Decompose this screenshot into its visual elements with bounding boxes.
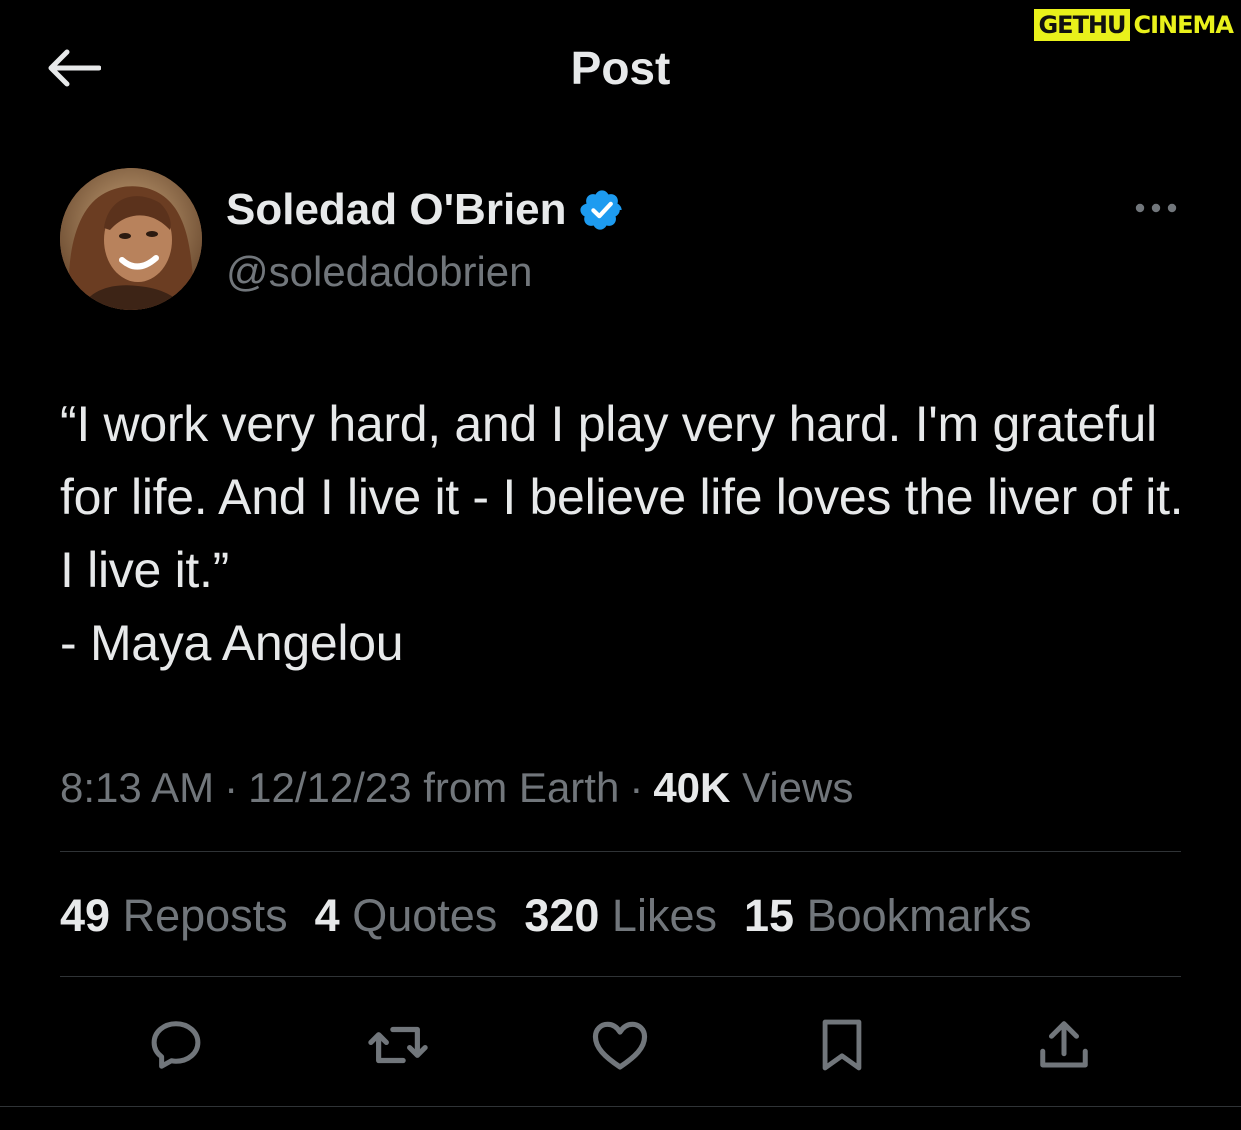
like-button[interactable] xyxy=(580,1005,660,1085)
bookmark-icon xyxy=(822,1019,862,1071)
repost-button[interactable] xyxy=(358,1005,438,1085)
bookmark-button[interactable] xyxy=(802,1005,882,1085)
stat-likes[interactable]: 320 Likes xyxy=(524,888,717,944)
meta-separator: · xyxy=(224,764,239,811)
divider xyxy=(60,851,1181,852)
stat-bookmarks[interactable]: 15 Bookmarks xyxy=(744,888,1032,944)
repost-arrows-icon xyxy=(368,1026,428,1064)
stat-count: 49 xyxy=(60,890,111,941)
stat-label: Likes xyxy=(611,890,717,941)
engagement-stats: 49 Reposts 4 Quotes 320 Likes 15 Bookmar… xyxy=(60,888,1059,944)
verified-badge-icon[interactable] xyxy=(579,187,625,233)
post-author: Soledad O'Brien @soledadobrien xyxy=(60,168,1180,313)
stat-count: 15 xyxy=(743,890,795,941)
stat-count: 320 xyxy=(524,890,600,941)
user-handle[interactable]: @soledadobrien xyxy=(226,244,533,300)
post-time[interactable]: 8:13 AM xyxy=(60,764,214,811)
page-title: Post xyxy=(570,42,671,94)
watermark-text-part1: GETHU xyxy=(1034,9,1130,41)
stat-label: Quotes xyxy=(352,890,498,941)
more-horizontal-icon xyxy=(1135,203,1177,213)
reply-bubble-icon xyxy=(151,1021,201,1069)
top-bar: Post GETHU CINEMA xyxy=(0,0,1241,135)
stat-count: 4 xyxy=(314,890,340,941)
views-count: 40K xyxy=(653,764,731,811)
stat-label: Bookmarks xyxy=(806,890,1032,941)
watermark-text-part2: CINEMA xyxy=(1133,11,1234,39)
watermark-logo: GETHU CINEMA xyxy=(1034,9,1237,41)
display-name-row: Soledad O'Brien xyxy=(226,182,625,238)
post-meta: 8:13 AM · 12/12/23 from Earth · 40K Views xyxy=(60,760,853,816)
meta-separator: · xyxy=(629,764,644,811)
display-name[interactable]: Soledad O'Brien xyxy=(226,182,567,238)
share-upload-icon xyxy=(1040,1021,1088,1068)
divider xyxy=(60,976,1181,977)
action-bar xyxy=(60,1005,1181,1085)
more-options-button[interactable] xyxy=(1132,188,1180,228)
post-date-source[interactable]: 12/12/23 from Earth xyxy=(248,764,619,811)
reply-button[interactable] xyxy=(136,1005,216,1085)
stat-label: Reposts xyxy=(122,890,288,941)
stat-quotes[interactable]: 4 Quotes xyxy=(315,888,498,944)
stat-reposts[interactable]: 49 Reposts xyxy=(60,888,288,944)
views-label: Views xyxy=(742,764,854,811)
share-button[interactable] xyxy=(1024,1005,1104,1085)
post-text: “I work very hard, and I play very hard.… xyxy=(60,396,1184,671)
avatar-photo xyxy=(60,168,202,310)
bottom-divider xyxy=(0,1106,1241,1107)
heart-icon xyxy=(592,1021,648,1070)
avatar[interactable] xyxy=(60,168,202,310)
